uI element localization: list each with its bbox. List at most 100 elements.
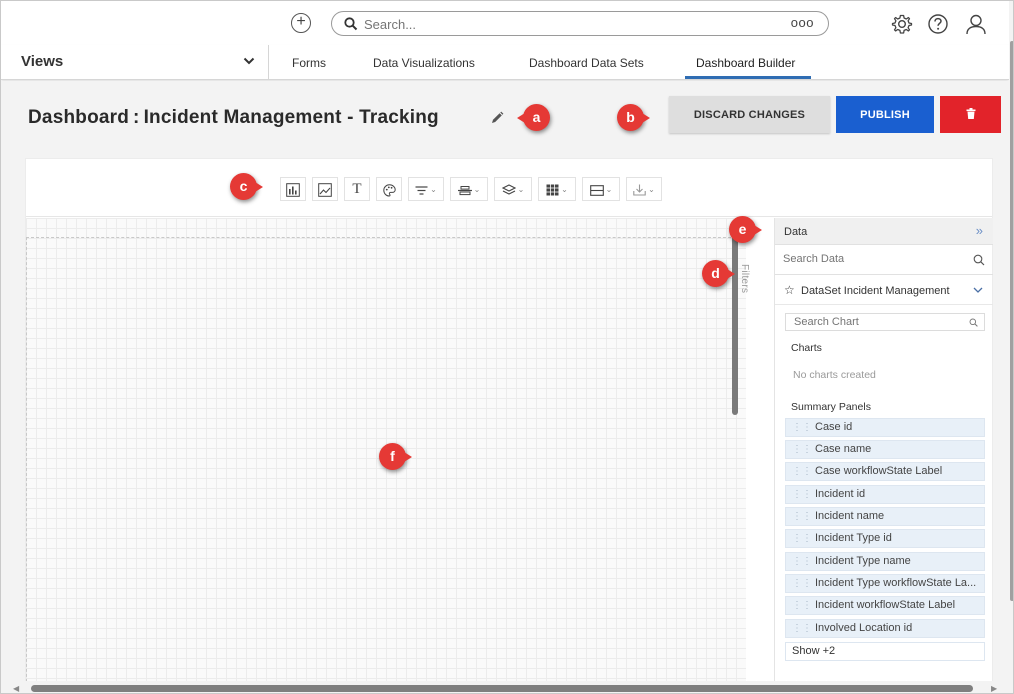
search-icon[interactable] xyxy=(969,318,978,327)
dataset-name: DataSet Incident Management xyxy=(801,285,950,297)
drag-handle-icon[interactable]: ⋮⋮ xyxy=(792,466,812,477)
list-item[interactable]: ⋮⋮ Incident id xyxy=(785,485,985,504)
add-text-tool[interactable]: T xyxy=(344,177,370,201)
drag-handle-icon[interactable]: ⋮⋮ xyxy=(792,533,812,544)
horizontal-scroll-thumb[interactable] xyxy=(31,685,973,692)
grid-tool[interactable]: ⌄ xyxy=(538,177,576,201)
list-item[interactable]: ⋮⋮ Case workflowState Label xyxy=(785,462,985,481)
caret-down-icon: ⌄ xyxy=(648,185,655,195)
add-image-tool[interactable] xyxy=(312,177,338,201)
list-item[interactable]: ⋮⋮ Incident workflowState Label xyxy=(785,596,985,615)
caret-down-icon: ⌄ xyxy=(517,185,525,195)
caret-down-icon: ⌄ xyxy=(430,185,437,195)
text-t-icon: T xyxy=(352,181,362,197)
drag-handle-icon[interactable]: ⋮⋮ xyxy=(792,556,812,567)
layers-icon xyxy=(501,184,516,195)
scroll-left-icon[interactable]: ◀ xyxy=(13,684,19,693)
builder-toolbar: c T ⌄ ⌄ ⌄ ⌄ ⌄ ⌄ xyxy=(26,159,992,217)
page-title: Dashboard : Incident Management - Tracki… xyxy=(28,107,439,128)
global-search[interactable]: ooo xyxy=(331,11,829,36)
dashboard-builder-panel: c T ⌄ ⌄ ⌄ ⌄ ⌄ ⌄ f Filters d e Data » Sea… xyxy=(25,158,993,693)
list-item[interactable]: ⋮⋮ Incident name xyxy=(785,507,985,526)
search-chart xyxy=(785,313,985,331)
tab-data-visualizations[interactable]: Data Visualizations xyxy=(373,56,475,70)
field-label: Incident name xyxy=(815,510,885,522)
drag-handle-icon[interactable]: ⋮⋮ xyxy=(792,422,812,433)
delete-button[interactable] xyxy=(940,96,1001,133)
callout-b: b xyxy=(617,104,650,131)
horizontal-scrollbar[interactable]: ◀ ▶ xyxy=(1,681,1009,693)
top-bar: + ooo xyxy=(1,1,1013,45)
vertical-scroll-thumb[interactable] xyxy=(1010,41,1013,601)
download-icon xyxy=(633,184,646,196)
dataset-selector[interactable]: ☆ DataSet Incident Management xyxy=(775,276,993,305)
drag-handle-icon[interactable]: ⋮⋮ xyxy=(792,444,812,455)
align-lines-icon xyxy=(415,186,428,195)
dashboard-canvas[interactable]: f xyxy=(26,218,746,693)
discard-changes-button[interactable]: DISCARD CHANGES xyxy=(669,96,830,133)
list-item[interactable]: ⋮⋮ Case id xyxy=(785,418,985,437)
layers-tool[interactable]: ⌄ xyxy=(494,177,532,201)
search-input[interactable] xyxy=(364,15,764,33)
main-content: Dashboard : Incident Management - Tracki… xyxy=(1,81,1009,693)
publish-button[interactable]: PUBLISH xyxy=(836,96,934,133)
palette-icon xyxy=(382,184,396,197)
search-data-input[interactable] xyxy=(783,253,953,265)
theme-tool[interactable] xyxy=(376,177,402,201)
list-item[interactable]: ⋮⋮ Incident Type workflowState La... xyxy=(785,574,985,593)
collapse-icon[interactable]: » xyxy=(976,223,983,238)
add-circle-icon[interactable]: + xyxy=(291,13,311,33)
field-label: Involved Location id xyxy=(815,622,913,634)
field-label: Case id xyxy=(815,421,853,433)
list-item[interactable]: ⋮⋮ Incident Type id xyxy=(785,529,985,548)
gear-icon[interactable] xyxy=(891,13,913,35)
tab-dashboard-builder[interactable]: Dashboard Builder xyxy=(696,56,795,70)
drag-handle-icon[interactable]: ⋮⋮ xyxy=(792,623,812,634)
tab-dashboard-data-sets[interactable]: Dashboard Data Sets xyxy=(529,56,644,70)
drag-handle-icon[interactable]: ⋮⋮ xyxy=(792,578,812,589)
more-options-icon[interactable]: ooo xyxy=(791,15,814,30)
edit-pencil-icon[interactable] xyxy=(490,111,504,125)
filters-panel-toggle[interactable]: Filters xyxy=(739,218,774,693)
trash-icon xyxy=(966,107,975,119)
drag-handle-icon[interactable]: ⋮⋮ xyxy=(792,511,812,522)
align-middle-icon xyxy=(457,185,472,195)
drag-handle-icon[interactable]: ⋮⋮ xyxy=(792,489,812,500)
field-label: Incident Type id xyxy=(815,532,892,544)
canvas-scrollbar[interactable] xyxy=(732,223,738,415)
search-icon xyxy=(344,17,358,31)
field-label: Incident Type workflowState La... xyxy=(815,577,977,589)
frame-icon xyxy=(589,184,604,196)
search-icon[interactable] xyxy=(973,254,985,266)
field-label: Case workflowState Label xyxy=(815,465,943,477)
list-item[interactable]: ⋮⋮ Case name xyxy=(785,440,985,459)
active-tab-indicator xyxy=(685,76,811,79)
chevron-down-icon xyxy=(243,57,255,65)
align-tool[interactable]: ⌄ xyxy=(408,177,444,201)
app-window: + ooo Views F xyxy=(0,0,1014,694)
drag-handle-icon[interactable]: ⋮⋮ xyxy=(792,600,812,611)
tab-forms[interactable]: Forms xyxy=(292,56,326,70)
data-panel-header: Data » xyxy=(775,218,993,245)
vertical-scrollbar[interactable] xyxy=(1009,1,1013,693)
field-label: Case name xyxy=(815,443,872,455)
summary-panels-heading: Summary Panels xyxy=(791,401,871,413)
export-tool[interactable]: ⌄ xyxy=(626,177,662,201)
bar-chart-icon xyxy=(286,183,300,198)
distribute-tool[interactable]: ⌄ xyxy=(450,177,488,201)
list-item[interactable]: ⋮⋮ Incident Type name xyxy=(785,552,985,571)
search-data xyxy=(775,246,993,275)
chevron-down-icon xyxy=(973,287,983,293)
user-icon[interactable] xyxy=(965,13,987,35)
field-label: Incident Type name xyxy=(815,555,911,567)
star-icon[interactable]: ☆ xyxy=(784,283,795,297)
page-size-tool[interactable]: ⌄ xyxy=(582,177,620,201)
show-more-button[interactable]: Show +2 xyxy=(785,642,985,661)
search-chart-input[interactable] xyxy=(794,316,954,328)
views-dropdown[interactable]: Views xyxy=(1,45,269,80)
scroll-right-icon[interactable]: ▶ xyxy=(991,684,997,693)
filters-label: Filters xyxy=(739,264,750,294)
add-chart-tool[interactable] xyxy=(280,177,306,201)
list-item[interactable]: ⋮⋮ Involved Location id xyxy=(785,619,985,638)
help-icon[interactable] xyxy=(927,13,949,35)
